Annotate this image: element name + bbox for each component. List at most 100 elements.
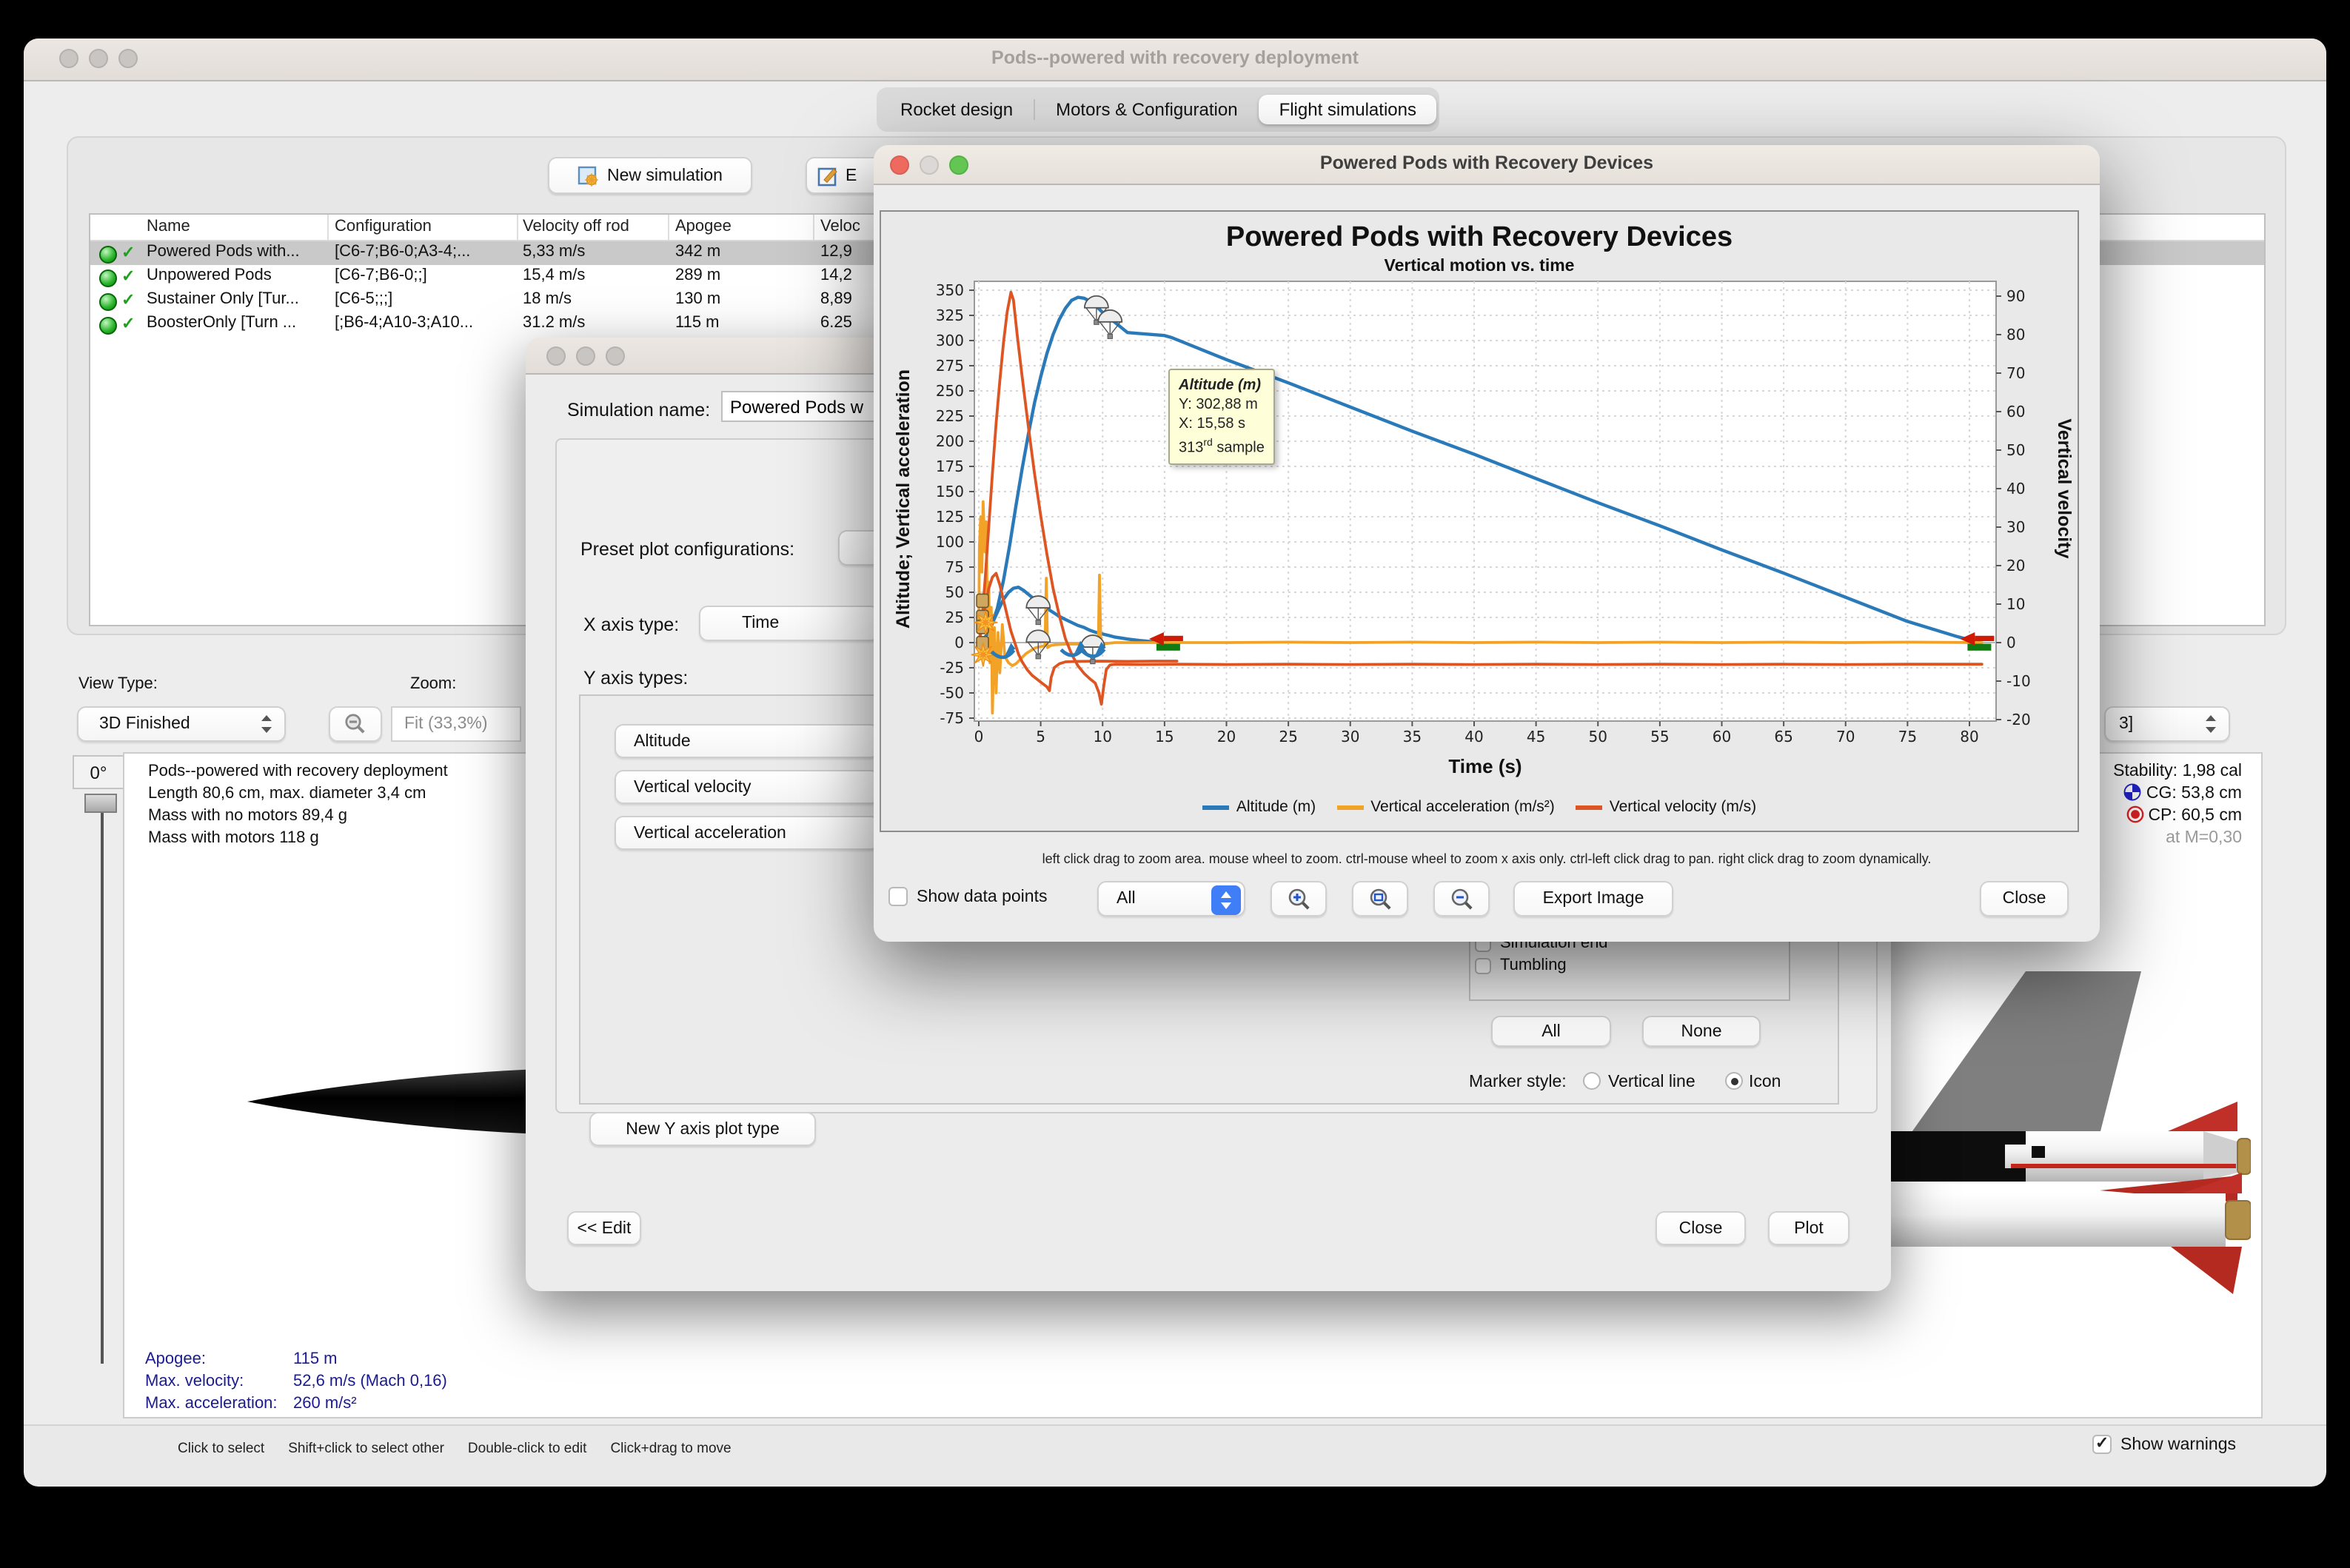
event-tumbling-checkbox[interactable] [1475, 958, 1491, 974]
svg-text:0: 0 [2006, 634, 2016, 651]
column-header-2[interactable]: Velocity off rod [523, 218, 629, 235]
ok-check-icon: ✓ [121, 292, 135, 309]
status-ball-icon [99, 246, 117, 264]
status-bar: Click to select Shift+click to select ot… [24, 1424, 2326, 1487]
svg-text:60: 60 [2006, 403, 2025, 421]
svg-text:55: 55 [1650, 728, 1669, 746]
show-data-points-checkbox[interactable] [888, 887, 908, 906]
cp-icon [2126, 805, 2143, 823]
ok-check-icon: ✓ [121, 244, 135, 262]
screen: Pods--powered with recovery deployment R… [0, 0, 2350, 1568]
legend-label: Vertical acceleration (m/s²) [1370, 798, 1555, 816]
column-divider [668, 215, 669, 240]
zoom-out-button[interactable] [329, 706, 382, 742]
rotation-slider-handle[interactable] [84, 794, 117, 813]
cell-config: [C6-7;B6-0;A3-4;... [335, 243, 471, 261]
show-warnings-checkbox[interactable]: ✓ [2092, 1435, 2112, 1454]
tooltip-series: Altitude (m) [1179, 378, 1262, 394]
y-type-vertical-acceleration-dropdown[interactable]: Vertical acceleration [615, 816, 880, 850]
export-image-label: Export Image [1542, 890, 1644, 908]
max-acceleration-label: Max. acceleration: [145, 1395, 278, 1413]
tab-rocket-design[interactable]: Rocket design [880, 95, 1034, 124]
configuration-dropdown[interactable]: 3] [2104, 706, 2230, 742]
cell-name: BoosterOnly [Turn ... [147, 314, 297, 332]
marker-vertical-line-label: Vertical line [1608, 1073, 1695, 1091]
plot-close-button[interactable]: Close [1980, 881, 2069, 917]
simulation-name-field[interactable]: Powered Pods w [721, 391, 884, 422]
export-image-button[interactable]: Export Image [1513, 881, 1673, 917]
y-type-vertical-velocity-dropdown[interactable]: Vertical velocity [615, 770, 880, 804]
svg-text:-10: -10 [2006, 672, 2031, 690]
svg-text:10: 10 [1094, 728, 1112, 746]
cell-apogee: 130 m [675, 290, 721, 308]
cell-vrod: 18 m/s [523, 290, 572, 308]
x-axis-type-value: Time [742, 614, 780, 632]
y-type-altitude-dropdown[interactable]: Altitude [615, 724, 880, 758]
chart-legend: Altitude (m) Vertical acceleration (m/s²)… [880, 798, 2079, 816]
zoom-label: Zoom: [410, 675, 457, 693]
ok-check-icon: ✓ [121, 268, 135, 286]
x-axis-type-dropdown[interactable]: Time [699, 606, 880, 641]
marker-style-label: Marker style: [1469, 1073, 1567, 1091]
zoom-out-button[interactable] [1433, 881, 1490, 917]
x-axis-title: Time (s) [1448, 755, 1522, 777]
svg-text:30: 30 [2006, 518, 2025, 536]
plot-titlebar[interactable]: Powered Pods with Recovery Devices [874, 145, 2100, 185]
cell-vdep: 12,9 [820, 243, 852, 261]
edit-back-label: << Edit [577, 1219, 632, 1237]
legend-item-0: Altitude (m) [1202, 798, 1316, 816]
dialog-close-button[interactable]: Close [1656, 1211, 1746, 1245]
rocket-info-mass-empty: Mass with no motors 89,4 g [148, 807, 348, 825]
branch-dropdown[interactable]: All [1097, 881, 1245, 917]
svg-text:70: 70 [1836, 728, 1855, 746]
edit-pencil-icon [817, 167, 837, 186]
show-warnings-label: Show warnings [2120, 1435, 2236, 1453]
zoom-value: Fit (33,3%) [404, 715, 488, 733]
main-titlebar[interactable]: Pods--powered with recovery deployment [24, 38, 2326, 81]
events-none-button[interactable]: None [1642, 1016, 1761, 1047]
dialog-plot-button[interactable]: Plot [1768, 1211, 1849, 1245]
svg-text:0: 0 [974, 728, 984, 746]
cell-vrod: 5,33 m/s [523, 243, 586, 261]
event-tumbling-label: Tumbling [1500, 956, 1567, 974]
y-axis-left-title: Altitude; Vertical acceleration [893, 369, 914, 629]
new-y-axis-button[interactable]: New Y axis plot type [589, 1112, 816, 1146]
svg-text:125: 125 [936, 508, 964, 526]
dialog-plot-label: Plot [1794, 1219, 1824, 1237]
column-header-0[interactable]: Name [147, 218, 190, 235]
minimize-window-button[interactable] [576, 346, 595, 366]
rocket-tail-render [1878, 971, 2251, 1294]
svg-text:275: 275 [936, 357, 964, 375]
x-axis-type-label: X axis type: [583, 614, 680, 635]
new-simulation-button[interactable]: New simulation [548, 157, 752, 194]
svg-text:5: 5 [1036, 728, 1045, 746]
zoom-reset-button[interactable] [1352, 881, 1408, 917]
events-all-button[interactable]: All [1491, 1016, 1611, 1047]
tab-motors-configuration[interactable]: Motors & Configuration [1035, 95, 1258, 124]
view-type-dropdown[interactable]: 3D Finished [77, 706, 286, 742]
marker-icon-label: Icon [1749, 1073, 1781, 1091]
zoom-window-button[interactable] [606, 346, 625, 366]
max-velocity-label: Max. velocity: [145, 1373, 244, 1390]
legend-swatch [1575, 805, 1602, 809]
tab-flight-simulations[interactable]: Flight simulations [1258, 95, 1437, 124]
zoom-in-button[interactable] [1271, 881, 1327, 917]
zoom-value-field[interactable]: Fit (33,3%) [391, 706, 521, 742]
cell-name: Sustainer Only [Tur... [147, 290, 299, 308]
cell-config: [C6-7;B6-0;;] [335, 267, 427, 284]
y-axis-types-label: Y axis types: [583, 668, 689, 688]
rotation-slider-track[interactable] [100, 813, 103, 1364]
marker-vertical-line-radio[interactable] [1583, 1072, 1601, 1090]
svg-text:90: 90 [2006, 287, 2025, 305]
close-window-button[interactable] [546, 346, 566, 366]
rotation-angle-value: 0° [90, 762, 107, 783]
tooltip-sample: 313rd sample [1179, 438, 1265, 457]
column-header-3[interactable]: Apogee [675, 218, 732, 235]
edit-back-button[interactable]: << Edit [567, 1211, 641, 1245]
column-header-1[interactable]: Configuration [335, 218, 432, 235]
cell-apogee: 289 m [675, 267, 721, 284]
cell-vdep: 6.25 [820, 314, 852, 332]
flight-chart[interactable]: 3503253002752502252001751501251007550250… [880, 210, 2079, 832]
marker-icon-radio[interactable] [1725, 1072, 1743, 1090]
column-header-4[interactable]: Veloc [820, 218, 860, 235]
